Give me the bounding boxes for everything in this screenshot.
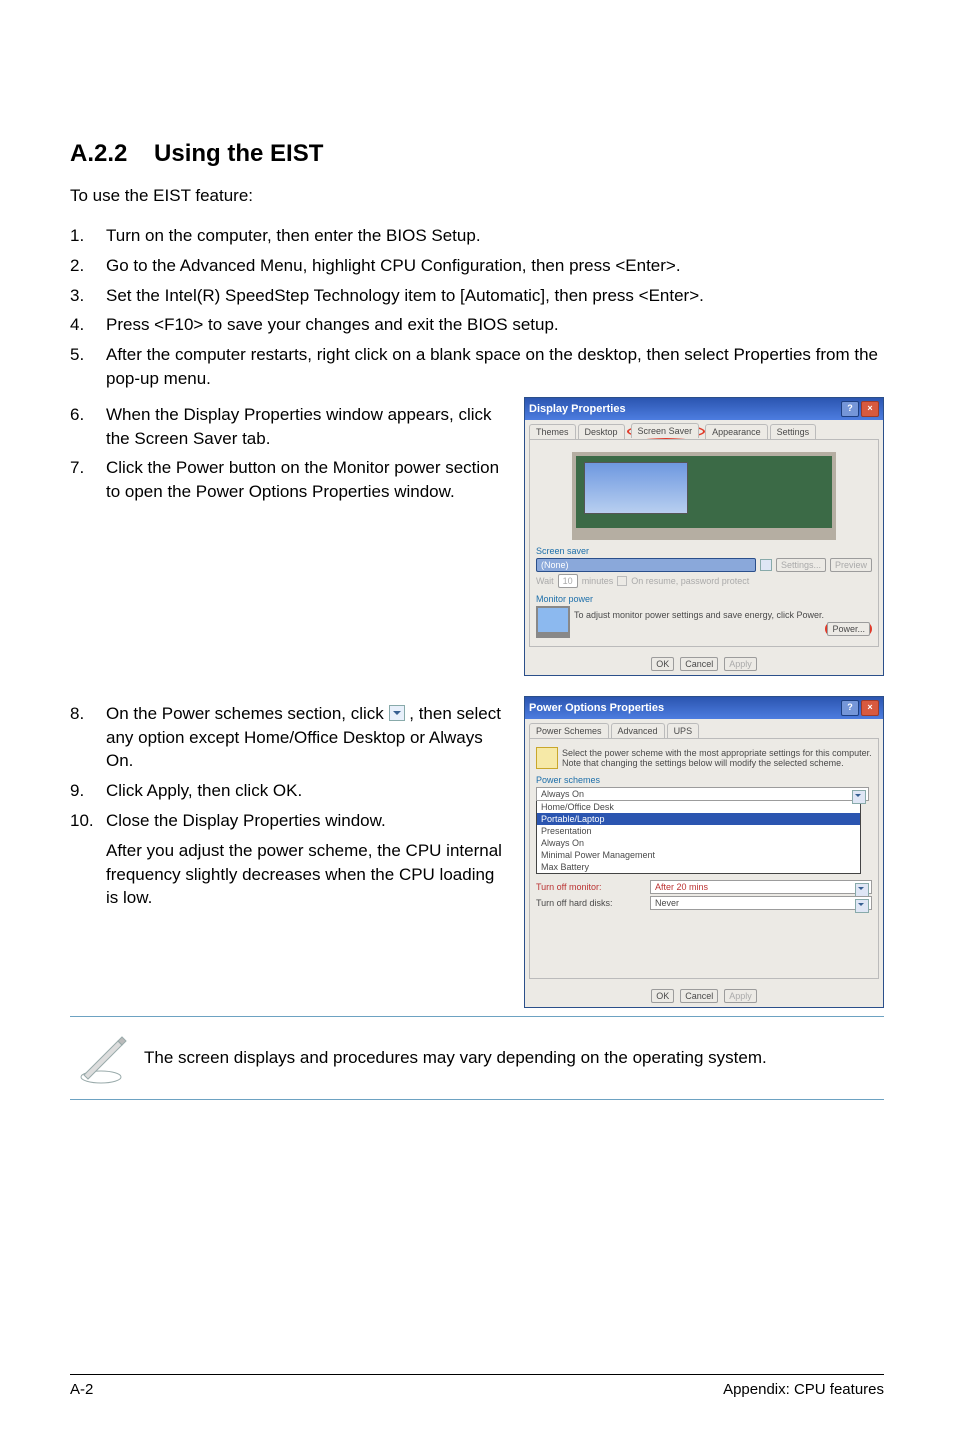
chevron-down-icon[interactable]	[855, 899, 869, 913]
step-text: Turn on the computer, then enter the BIO…	[106, 224, 884, 248]
ok-button[interactable]: OK	[651, 657, 674, 671]
step-text: Go to the Advanced Menu, highlight CPU C…	[106, 254, 884, 278]
tab-advanced[interactable]: Advanced	[611, 723, 665, 738]
monitor-power-group-label: Monitor power	[536, 594, 872, 604]
step-num: 9.	[70, 779, 106, 803]
step-text: On the Power schemes section, click , th…	[106, 702, 504, 773]
power-schemes-group-label: Power schemes	[536, 775, 872, 785]
cancel-button[interactable]: Cancel	[680, 989, 718, 1003]
step-text: Click the Power button on the Monitor po…	[106, 456, 504, 504]
preview-button[interactable]: Preview	[830, 558, 872, 572]
step-num: 6.	[70, 403, 106, 451]
preview-monitor	[572, 452, 835, 540]
chevron-down-icon	[389, 705, 405, 721]
after-note: After you adjust the power scheme, the C…	[106, 839, 504, 910]
page-number: A-2	[70, 1381, 93, 1398]
screensaver-select[interactable]: (None)	[536, 558, 756, 572]
resume-checkbox[interactable]	[617, 576, 627, 586]
monitor-power-text: To adjust monitor power settings and sav…	[574, 610, 824, 620]
scheme-option[interactable]: Always On	[537, 837, 860, 849]
note-row: The screen displays and procedures may v…	[70, 1016, 884, 1100]
apply-button[interactable]: Apply	[724, 657, 757, 671]
tab-themes[interactable]: Themes	[529, 424, 576, 439]
window-title: Power Options Properties	[529, 702, 664, 714]
step-text: Set the Intel(R) SpeedStep Technology it…	[106, 284, 884, 308]
step-text: Press <F10> to save your changes and exi…	[106, 313, 884, 337]
hdd-off-label: Turn off hard disks:	[536, 898, 646, 908]
tab-ups[interactable]: UPS	[667, 723, 700, 738]
scheme-option[interactable]: Presentation	[537, 825, 860, 837]
wait-unit: minutes	[582, 576, 614, 586]
pencil-icon	[74, 1031, 128, 1085]
step-num: 5.	[70, 343, 106, 391]
ok-button[interactable]: OK	[651, 989, 674, 1003]
highlight-circle: Power...	[825, 622, 872, 636]
scheme-option[interactable]: Minimal Power Management	[537, 849, 860, 861]
section-heading: A.2.2 Using the EIST	[70, 140, 884, 168]
monitor-icon	[536, 606, 570, 638]
step-num: 4.	[70, 313, 106, 337]
monitor-off-label: Turn off monitor:	[536, 882, 646, 892]
power-scheme-select[interactable]: Always On	[536, 787, 869, 801]
step-num	[70, 839, 106, 910]
step-num: 8.	[70, 702, 106, 773]
scheme-option[interactable]: Portable/Laptop	[537, 813, 860, 825]
help-button[interactable]: ?	[841, 700, 859, 716]
wait-spinner[interactable]: 10	[558, 574, 578, 588]
section-number: A.2.2	[70, 140, 127, 167]
close-button[interactable]: ×	[861, 401, 879, 417]
tab-desktop[interactable]: Desktop	[578, 424, 625, 439]
hdd-off-select[interactable]: Never	[650, 896, 872, 910]
step-text: Click Apply, then click OK.	[106, 779, 504, 803]
step-num: 2.	[70, 254, 106, 278]
step-num: 7.	[70, 456, 106, 504]
step-num: 3.	[70, 284, 106, 308]
resume-label: On resume, password protect	[631, 576, 749, 586]
power-scheme-dropdown[interactable]: Home/Office Desk Portable/Laptop Present…	[536, 801, 861, 874]
wait-label: Wait	[536, 576, 554, 586]
chevron-down-icon[interactable]	[855, 883, 869, 897]
tab-power-schemes[interactable]: Power Schemes	[529, 723, 609, 738]
monitor-off-select[interactable]: After 20 mins	[650, 880, 872, 894]
step-text: When the Display Properties window appea…	[106, 403, 504, 451]
step-num: 1.	[70, 224, 106, 248]
step-num: 10.	[70, 809, 106, 833]
scheme-option[interactable]: Max Battery	[537, 861, 860, 873]
tab-settings[interactable]: Settings	[770, 424, 817, 439]
settings-button[interactable]: Settings...	[776, 558, 826, 572]
chevron-down-icon[interactable]	[852, 790, 866, 804]
step-text: After the computer restarts, right click…	[106, 343, 884, 391]
section-title: Using the EIST	[154, 140, 323, 167]
close-button[interactable]: ×	[861, 700, 879, 716]
tab-screen-saver[interactable]: Screen Saver	[631, 423, 700, 438]
intro-text: To use the EIST feature:	[70, 186, 884, 206]
apply-button[interactable]: Apply	[724, 989, 757, 1003]
tab-appearance[interactable]: Appearance	[705, 424, 768, 439]
step-text: Close the Display Properties window.	[106, 809, 504, 833]
footer-label: Appendix: CPU features	[723, 1381, 884, 1398]
cancel-button[interactable]: Cancel	[680, 657, 718, 671]
scheme-option[interactable]: Home/Office Desk	[537, 801, 860, 813]
power-options-window: Power Options Properties ? × Power Schem…	[524, 696, 884, 1008]
power-blurb: Select the power scheme with the most ap…	[562, 748, 872, 768]
highlight-circle: Screen Saver	[627, 424, 706, 439]
window-title: Display Properties	[529, 403, 626, 415]
battery-icon	[536, 747, 558, 769]
help-button[interactable]: ?	[841, 401, 859, 417]
screensaver-group-label: Screen saver	[536, 546, 872, 556]
display-properties-window: Display Properties ? × Themes Desktop Sc…	[524, 397, 884, 676]
power-button[interactable]: Power...	[827, 622, 870, 636]
note-text: The screen displays and procedures may v…	[144, 1046, 880, 1070]
chevron-down-icon[interactable]	[760, 559, 772, 571]
page-footer: A-2 Appendix: CPU features	[70, 1374, 884, 1398]
